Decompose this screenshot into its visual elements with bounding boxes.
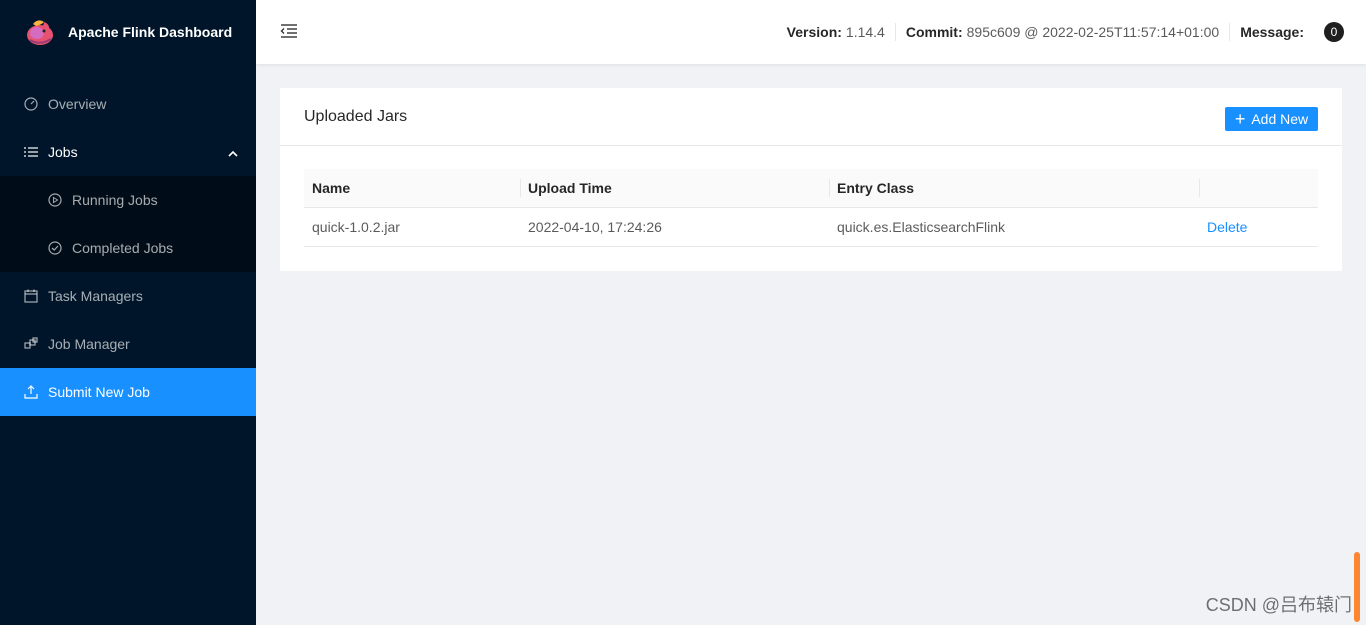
schedule-icon	[24, 289, 38, 303]
watermark: CSDN @吕布辕门	[1205, 595, 1352, 615]
sidebar-item-running-jobs[interactable]: Running Jobs	[0, 176, 256, 224]
add-new-button[interactable]: + Add New	[1225, 107, 1318, 131]
add-new-label: Add New	[1251, 111, 1309, 127]
cell-upload-time: 2022-04-10, 17:24:26	[520, 207, 829, 247]
sidebar-item-label: Overview	[48, 96, 107, 112]
cell-name: quick-1.0.2.jar	[304, 207, 520, 247]
version-value: 1.14.4	[845, 24, 885, 40]
column-header-actions	[1199, 169, 1318, 208]
chevron-up-icon	[228, 146, 238, 162]
version-info: Version: 1.14.4 Commit: 895c609 @ 2022-0…	[777, 0, 1354, 64]
sidebar-item-submit-new-job[interactable]: Submit New Job	[0, 368, 256, 416]
play-circle-icon	[48, 193, 62, 207]
column-header-upload-time[interactable]: Upload Time	[520, 169, 829, 208]
message-count-badge[interactable]: 0	[1324, 22, 1344, 42]
sidebar-item-label: Job Manager	[48, 336, 130, 352]
dashboard-icon	[24, 97, 38, 111]
upload-icon	[24, 385, 38, 399]
delete-link[interactable]: Delete	[1207, 219, 1247, 235]
sidebar-menu: Overview Jobs Running Jobs Completed Job…	[0, 80, 256, 416]
sidebar-item-label: Completed Jobs	[72, 240, 174, 256]
app-title: Apache Flink Dashboard	[68, 24, 233, 40]
check-circle-icon	[48, 241, 62, 255]
uploaded-jars-card: Uploaded Jars + Add New Name Upload Time…	[280, 88, 1342, 271]
scroll-indicator[interactable]	[1354, 552, 1360, 622]
sidebar-item-jobs[interactable]: Jobs	[0, 128, 256, 176]
message-segment[interactable]: Message: 0	[1229, 22, 1354, 42]
version-label: Version:	[786, 24, 842, 40]
sidebar-item-label: Submit New Job	[48, 384, 150, 400]
table-row[interactable]: quick-1.0.2.jar 2022-04-10, 17:24:26 qui…	[304, 207, 1318, 247]
commit-label: Commit:	[905, 24, 963, 40]
column-header-name[interactable]: Name	[304, 169, 520, 208]
list-icon	[24, 145, 38, 159]
sidebar-item-completed-jobs[interactable]: Completed Jobs	[0, 224, 256, 272]
flink-logo-icon	[24, 16, 56, 48]
version-segment: Version: 1.14.4	[777, 23, 895, 41]
plus-icon: +	[1234, 109, 1246, 129]
sidebar-item-task-managers[interactable]: Task Managers	[0, 272, 256, 320]
sidebar: Apache Flink Dashboard Overview Jobs Run…	[0, 0, 256, 625]
message-label: Message:	[1240, 24, 1304, 40]
jars-table: Name Upload Time Entry Class quick-1.0.2…	[304, 169, 1318, 247]
column-header-entry-class[interactable]: Entry Class	[829, 169, 1199, 208]
table-header-row: Name Upload Time Entry Class	[304, 169, 1318, 208]
card-title: Uploaded Jars	[304, 107, 408, 125]
sidebar-item-overview[interactable]: Overview	[0, 80, 256, 128]
commit-segment: Commit: 895c609 @ 2022-02-25T11:57:14+01…	[894, 23, 1229, 41]
menu-fold-icon[interactable]	[280, 22, 298, 40]
card-header: Uploaded Jars + Add New	[280, 88, 1342, 146]
cell-entry-class: quick.es.ElasticsearchFlink	[829, 207, 1199, 247]
build-icon	[24, 337, 38, 351]
top-header: Version: 1.14.4 Commit: 895c609 @ 2022-0…	[256, 0, 1366, 64]
sidebar-item-label: Jobs	[48, 144, 78, 160]
sidebar-item-label: Running Jobs	[72, 192, 158, 208]
sidebar-item-label: Task Managers	[48, 288, 143, 304]
logo[interactable]: Apache Flink Dashboard	[0, 0, 256, 64]
sidebar-item-job-manager[interactable]: Job Manager	[0, 320, 256, 368]
commit-value: 895c609 @ 2022-02-25T11:57:14+01:00	[966, 24, 1220, 40]
